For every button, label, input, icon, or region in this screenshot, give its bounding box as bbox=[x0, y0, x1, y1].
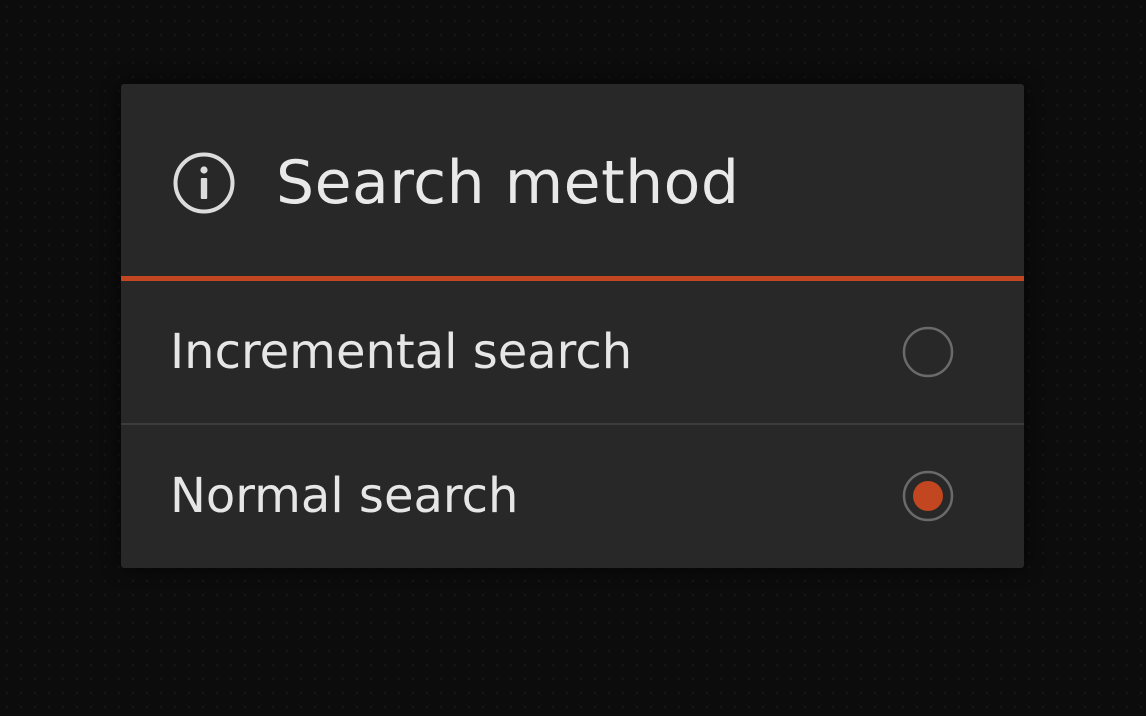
search-method-dialog: Search method Incremental search Normal … bbox=[121, 84, 1024, 568]
radio-button-unselected[interactable] bbox=[902, 326, 954, 378]
option-label: Normal search bbox=[170, 468, 519, 524]
option-normal-search[interactable]: Normal search bbox=[121, 425, 1024, 567]
info-icon bbox=[173, 152, 235, 214]
option-label: Incremental search bbox=[170, 324, 633, 380]
radio-button-selected[interactable] bbox=[902, 470, 954, 522]
option-incremental-search[interactable]: Incremental search bbox=[121, 281, 1024, 423]
dialog-title: Search method bbox=[276, 148, 740, 218]
dialog-header: Search method bbox=[121, 84, 1024, 276]
